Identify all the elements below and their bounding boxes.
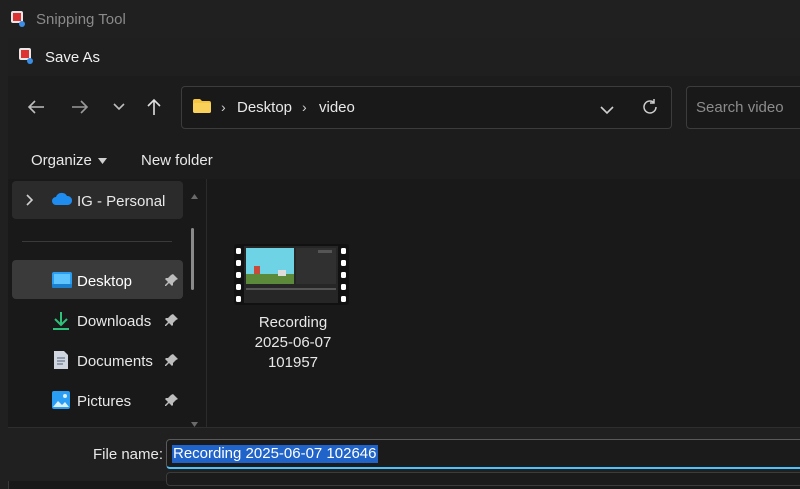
arrow-left-icon xyxy=(27,100,44,114)
arrow-right-icon xyxy=(72,100,89,114)
file-name-field-label: File name: xyxy=(93,446,164,463)
refresh-button[interactable] xyxy=(641,98,659,121)
sidebar-item-desktop-label: Desktop xyxy=(77,273,133,290)
file-name-label: Recording 2025-06-07 101957 xyxy=(228,313,358,373)
address-dropdown-button[interactable] xyxy=(600,102,614,120)
video-file-icon xyxy=(234,244,349,310)
onedrive-cloud-icon xyxy=(51,191,73,212)
recent-locations-button[interactable] xyxy=(104,92,134,122)
snipping-tool-title: Snipping Tool xyxy=(36,11,126,28)
organize-button[interactable]: Organize xyxy=(31,152,107,169)
chevron-down-icon xyxy=(600,106,614,115)
arrow-up-icon xyxy=(147,98,161,115)
new-folder-button[interactable]: New folder xyxy=(141,152,213,169)
expand-chevron-icon[interactable] xyxy=(26,193,34,211)
command-bar xyxy=(8,140,800,179)
file-name-value: Recording 2025-06-07 102646 xyxy=(172,445,378,463)
scroll-up-arrow-icon[interactable] xyxy=(191,186,198,204)
dialog-app-icon xyxy=(18,47,36,70)
pictures-icon xyxy=(51,390,71,415)
pin-icon[interactable] xyxy=(165,393,179,412)
breadcrumb-separator-icon: › xyxy=(221,99,226,115)
organize-label: Organize xyxy=(31,152,92,169)
pin-icon[interactable] xyxy=(165,313,179,332)
file-name-line: 101957 xyxy=(267,354,319,371)
breadcrumb-video[interactable]: video xyxy=(319,99,355,116)
document-icon xyxy=(53,350,69,375)
pin-icon[interactable] xyxy=(165,273,179,292)
forward-button[interactable] xyxy=(65,92,95,122)
up-button[interactable] xyxy=(139,92,169,122)
back-button[interactable] xyxy=(21,92,51,122)
breadcrumb-separator-icon: › xyxy=(302,99,307,115)
pin-icon[interactable] xyxy=(165,353,179,372)
folder-icon xyxy=(192,98,212,119)
dialog-title: Save As xyxy=(45,49,101,66)
dialog-titlebar xyxy=(8,38,800,76)
download-icon xyxy=(52,311,70,336)
snipping-tool-app-icon xyxy=(10,10,28,33)
sidebar-item-onedrive-label: IG - Personal xyxy=(77,193,166,210)
sidebar-item-pictures-label: Pictures xyxy=(77,393,132,410)
search-placeholder: Search video xyxy=(696,99,784,116)
breadcrumb-desktop[interactable]: Desktop xyxy=(237,99,292,116)
desktop-icon xyxy=(51,271,73,294)
chevron-down-icon xyxy=(113,103,125,111)
save-as-type-dropdown[interactable] xyxy=(166,472,800,486)
sidebar-item-downloads-label: Downloads xyxy=(77,313,152,330)
refresh-icon xyxy=(643,99,657,114)
scrollbar-thumb[interactable] xyxy=(191,228,194,290)
sidebar-item-documents-label: Documents xyxy=(77,353,153,370)
file-name-line: 2025-06-07 xyxy=(254,334,332,351)
caret-down-icon xyxy=(97,157,107,164)
sidebar-divider xyxy=(22,241,172,242)
file-name-line: Recording xyxy=(258,314,328,331)
